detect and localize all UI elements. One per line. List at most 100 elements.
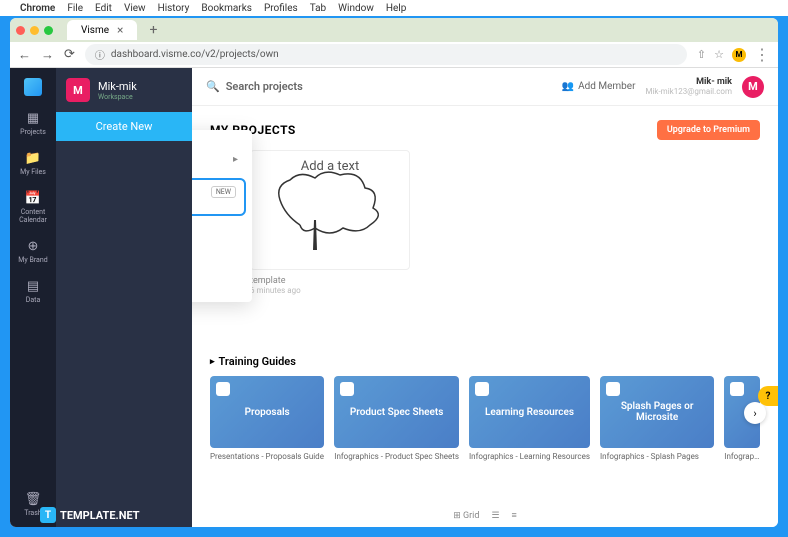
user-info: Mik- mik Mik-mik123@gmail.com: [645, 77, 732, 96]
rail-label: My Files: [20, 168, 46, 176]
address-bar[interactable]: ⓘ dashboard.visme.co/v2/projects/own: [85, 44, 687, 65]
card-label: Infographics - Learning Resources: [469, 452, 590, 461]
search-input[interactable]: 🔍 Search projects: [206, 80, 303, 93]
tree-drawing-icon: [265, 160, 395, 260]
view-toggle: ⊞ Grid ☰ ≡: [453, 510, 517, 521]
close-tab-icon[interactable]: ×: [117, 23, 123, 37]
help-button[interactable]: ?: [758, 386, 778, 406]
share-icon[interactable]: ⇧: [697, 48, 706, 61]
training-card[interactable]: Learning Resources Infographics - Learni…: [469, 376, 590, 461]
rail-label: Data: [26, 296, 41, 304]
forward-icon[interactable]: →: [41, 47, 54, 63]
menu-history[interactable]: History: [158, 3, 190, 14]
template-logo-icon: T: [40, 507, 56, 523]
menu-file[interactable]: File: [67, 3, 83, 14]
menu-window[interactable]: Window: [338, 3, 374, 14]
preview-text: Add a text: [301, 159, 360, 174]
dropdown-import-pptx[interactable]: ⬆ Import PPTX: [192, 216, 252, 254]
mac-menubar: Chrome File Edit View History Bookmarks …: [0, 0, 788, 16]
watermark-text: TEMPLATE.NET: [60, 509, 140, 522]
card-thumbnail: Learning Resources: [469, 376, 590, 448]
nav-rail: ▦ Projects 📁 My Files 📅 Content Calendar…: [10, 68, 56, 527]
user-avatar[interactable]: M: [742, 76, 764, 98]
app-body: ▦ Projects 📁 My Files 📅 Content Calendar…: [10, 68, 778, 527]
dropdown-folder[interactable]: ⊞ Folder: [192, 254, 252, 292]
back-icon[interactable]: ←: [18, 47, 31, 63]
brand-icon: ⊕: [25, 238, 41, 254]
card-thumbnail: Splash Pages or Microsite: [600, 376, 714, 448]
add-member-label: Add Member: [578, 81, 635, 92]
grid-view-button[interactable]: ⊞ Grid: [453, 511, 479, 521]
workspace-avatar: M: [66, 78, 90, 102]
profile-avatar[interactable]: M: [732, 48, 746, 62]
kebab-menu-icon[interactable]: ⋮: [754, 45, 770, 64]
reload-icon[interactable]: ⟳: [64, 47, 75, 62]
maximize-window-icon[interactable]: [44, 26, 53, 35]
user-display-name: Mik- mik: [645, 77, 732, 87]
menu-bookmarks[interactable]: Bookmarks: [201, 3, 252, 14]
menu-tab[interactable]: Tab: [310, 3, 326, 14]
tab-title: Visme: [81, 25, 109, 36]
data-icon: ▤: [25, 278, 41, 294]
workspace-selector[interactable]: M Mik-mik Workspace: [56, 68, 192, 112]
project-card[interactable]: Add a text template 6 minutes ago: [250, 150, 410, 295]
sidebar: M Mik-mik Workspace Create New: [56, 68, 192, 527]
workspace-name: Mik-mik: [98, 80, 137, 93]
compact-view-button[interactable]: ≡: [512, 510, 517, 521]
site-info-icon[interactable]: ⓘ: [95, 47, 105, 62]
url-text: dashboard.visme.co/v2/projects/own: [111, 49, 279, 60]
visme-logo-icon[interactable]: [24, 78, 42, 96]
list-view-button[interactable]: ☰: [491, 511, 499, 521]
card-thumbnail: Proposals: [210, 376, 324, 448]
projects-icon: ▦: [25, 110, 41, 126]
carousel-next-button[interactable]: ›: [744, 402, 766, 424]
trash-icon: 🗑: [25, 491, 41, 507]
card-label: Infographics: [724, 452, 760, 461]
rail-data[interactable]: ▤ Data: [25, 278, 41, 304]
new-tab-icon[interactable]: +: [143, 22, 163, 38]
rail-label: Content Calendar: [10, 208, 56, 224]
training-card[interactable]: Proposals Presentations - Proposals Guid…: [210, 376, 324, 461]
rail-calendar[interactable]: 📅 Content Calendar: [10, 190, 56, 224]
menu-help[interactable]: Help: [386, 3, 406, 14]
card-label: Infographics - Product Spec Sheets: [334, 452, 459, 461]
training-cards: Proposals Presentations - Proposals Guid…: [210, 376, 760, 461]
menu-edit[interactable]: Edit: [95, 3, 112, 14]
menu-view[interactable]: View: [124, 3, 146, 14]
add-member-button[interactable]: 👥 Add Member: [562, 81, 636, 92]
upgrade-button[interactable]: Upgrade to Premium: [657, 120, 760, 140]
topbar: 🔍 Search projects 👥 Add Member Mik- mik …: [192, 68, 778, 106]
card-label: Infographics - Splash Pages: [600, 452, 714, 461]
chevron-right-icon: ›: [753, 407, 756, 420]
watermark: T TEMPLATE.NET: [40, 507, 140, 523]
training-section-title[interactable]: Training Guides: [210, 355, 760, 368]
user-email: Mik-mik123@gmail.com: [645, 87, 732, 96]
dropdown-project[interactable]: ▭ Project ▸: [192, 140, 252, 178]
project-thumbnail: Add a text: [250, 150, 410, 270]
new-badge: NEW: [211, 186, 236, 198]
minimize-window-icon[interactable]: [30, 26, 39, 35]
browser-tab[interactable]: Visme ×: [67, 20, 137, 40]
main-content: 🔍 Search projects 👥 Add Member Mik- mik …: [192, 68, 778, 527]
training-card[interactable]: Splash Pages or Microsite Infographics -…: [600, 376, 714, 461]
workspace-sub: Workspace: [98, 93, 137, 101]
browser-toolbar: ← → ⟳ ⓘ dashboard.visme.co/v2/projects/o…: [10, 42, 778, 68]
card-label: Presentations - Proposals Guide: [210, 452, 324, 461]
content-area: MY PROJECTS Upgrade to Premium ▭ Project…: [192, 106, 778, 527]
dropdown-whiteboard[interactable]: ◎ Whiteboard NEW: [192, 178, 246, 216]
create-dropdown: ▭ Project ▸ ◎ Whiteboard NEW ⬆ Import PP…: [192, 130, 252, 302]
window-controls: [16, 26, 53, 35]
rail-projects[interactable]: ▦ Projects: [20, 110, 46, 136]
training-card[interactable]: Product Spec Sheets Infographics - Produ…: [334, 376, 459, 461]
browser-window: Visme × + ← → ⟳ ⓘ dashboard.visme.co/v2/…: [10, 18, 778, 527]
search-placeholder: Search projects: [226, 80, 303, 93]
rail-mybrand[interactable]: ⊕ My Brand: [18, 238, 47, 264]
rail-myfiles[interactable]: 📁 My Files: [20, 150, 46, 176]
rail-label: My Brand: [18, 256, 47, 264]
create-new-button[interactable]: Create New: [56, 112, 192, 141]
menu-profiles[interactable]: Profiles: [264, 3, 298, 14]
star-icon[interactable]: ☆: [714, 48, 724, 61]
close-window-icon[interactable]: [16, 26, 25, 35]
menu-chrome[interactable]: Chrome: [20, 3, 55, 14]
project-name: template: [250, 276, 410, 286]
